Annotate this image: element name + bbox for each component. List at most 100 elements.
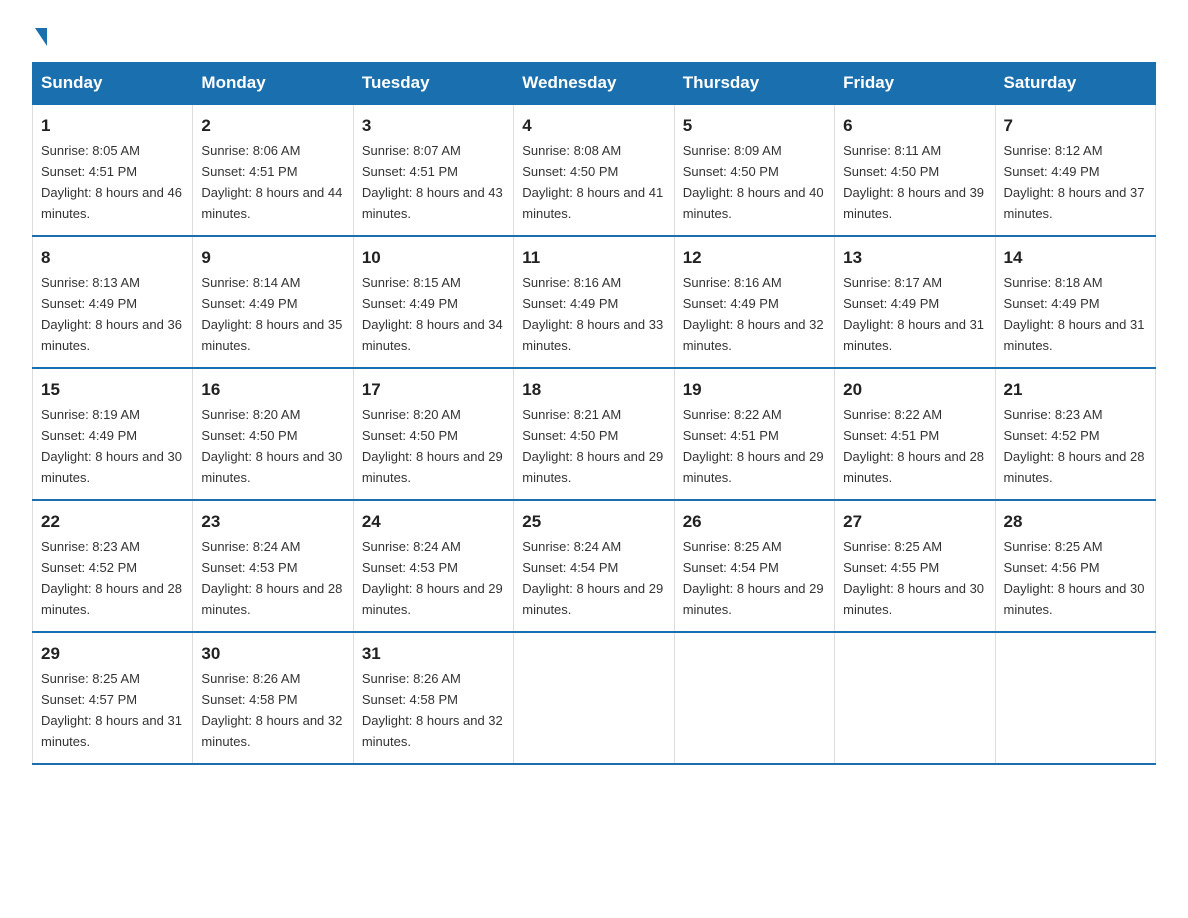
day-number: 9: [201, 245, 344, 271]
day-info: Sunrise: 8:24 AMSunset: 4:53 PMDaylight:…: [201, 539, 342, 617]
day-number: 4: [522, 113, 665, 139]
day-info: Sunrise: 8:25 AMSunset: 4:54 PMDaylight:…: [683, 539, 824, 617]
day-number: 22: [41, 509, 184, 535]
day-info: Sunrise: 8:14 AMSunset: 4:49 PMDaylight:…: [201, 275, 342, 353]
day-number: 19: [683, 377, 826, 403]
calendar-day-cell: 24 Sunrise: 8:24 AMSunset: 4:53 PMDaylig…: [353, 500, 513, 632]
calendar-day-cell: 13 Sunrise: 8:17 AMSunset: 4:49 PMDaylig…: [835, 236, 995, 368]
day-info: Sunrise: 8:07 AMSunset: 4:51 PMDaylight:…: [362, 143, 503, 221]
calendar-header-row: Sunday Monday Tuesday Wednesday Thursday…: [33, 63, 1156, 105]
calendar-day-cell: 12 Sunrise: 8:16 AMSunset: 4:49 PMDaylig…: [674, 236, 834, 368]
header-wednesday: Wednesday: [514, 63, 674, 105]
day-info: Sunrise: 8:16 AMSunset: 4:49 PMDaylight:…: [522, 275, 663, 353]
day-info: Sunrise: 8:23 AMSunset: 4:52 PMDaylight:…: [1004, 407, 1145, 485]
day-number: 18: [522, 377, 665, 403]
day-info: Sunrise: 8:13 AMSunset: 4:49 PMDaylight:…: [41, 275, 182, 353]
day-number: 12: [683, 245, 826, 271]
header-sunday: Sunday: [33, 63, 193, 105]
calendar-day-cell: 16 Sunrise: 8:20 AMSunset: 4:50 PMDaylig…: [193, 368, 353, 500]
day-number: 27: [843, 509, 986, 535]
calendar-day-cell: 3 Sunrise: 8:07 AMSunset: 4:51 PMDayligh…: [353, 104, 513, 236]
logo-arrow-icon: [35, 28, 47, 46]
calendar-day-cell: [514, 632, 674, 764]
day-info: Sunrise: 8:22 AMSunset: 4:51 PMDaylight:…: [683, 407, 824, 485]
day-info: Sunrise: 8:08 AMSunset: 4:50 PMDaylight:…: [522, 143, 663, 221]
day-number: 30: [201, 641, 344, 667]
calendar-week-row: 8 Sunrise: 8:13 AMSunset: 4:49 PMDayligh…: [33, 236, 1156, 368]
calendar-day-cell: 9 Sunrise: 8:14 AMSunset: 4:49 PMDayligh…: [193, 236, 353, 368]
day-info: Sunrise: 8:18 AMSunset: 4:49 PMDaylight:…: [1004, 275, 1145, 353]
day-info: Sunrise: 8:22 AMSunset: 4:51 PMDaylight:…: [843, 407, 984, 485]
calendar-day-cell: 30 Sunrise: 8:26 AMSunset: 4:58 PMDaylig…: [193, 632, 353, 764]
calendar-day-cell: 18 Sunrise: 8:21 AMSunset: 4:50 PMDaylig…: [514, 368, 674, 500]
page-header: [32, 24, 1156, 46]
day-number: 28: [1004, 509, 1147, 535]
day-number: 17: [362, 377, 505, 403]
day-info: Sunrise: 8:26 AMSunset: 4:58 PMDaylight:…: [362, 671, 503, 749]
calendar-day-cell: 15 Sunrise: 8:19 AMSunset: 4:49 PMDaylig…: [33, 368, 193, 500]
calendar-day-cell: 25 Sunrise: 8:24 AMSunset: 4:54 PMDaylig…: [514, 500, 674, 632]
day-info: Sunrise: 8:05 AMSunset: 4:51 PMDaylight:…: [41, 143, 182, 221]
calendar-day-cell: 29 Sunrise: 8:25 AMSunset: 4:57 PMDaylig…: [33, 632, 193, 764]
day-number: 2: [201, 113, 344, 139]
calendar-day-cell: 4 Sunrise: 8:08 AMSunset: 4:50 PMDayligh…: [514, 104, 674, 236]
day-info: Sunrise: 8:21 AMSunset: 4:50 PMDaylight:…: [522, 407, 663, 485]
day-number: 13: [843, 245, 986, 271]
day-info: Sunrise: 8:06 AMSunset: 4:51 PMDaylight:…: [201, 143, 342, 221]
calendar-day-cell: 6 Sunrise: 8:11 AMSunset: 4:50 PMDayligh…: [835, 104, 995, 236]
calendar-day-cell: 5 Sunrise: 8:09 AMSunset: 4:50 PMDayligh…: [674, 104, 834, 236]
calendar-week-row: 1 Sunrise: 8:05 AMSunset: 4:51 PMDayligh…: [33, 104, 1156, 236]
day-number: 3: [362, 113, 505, 139]
calendar-table: Sunday Monday Tuesday Wednesday Thursday…: [32, 62, 1156, 765]
day-info: Sunrise: 8:25 AMSunset: 4:56 PMDaylight:…: [1004, 539, 1145, 617]
calendar-day-cell: 28 Sunrise: 8:25 AMSunset: 4:56 PMDaylig…: [995, 500, 1155, 632]
calendar-week-row: 29 Sunrise: 8:25 AMSunset: 4:57 PMDaylig…: [33, 632, 1156, 764]
calendar-day-cell: [995, 632, 1155, 764]
calendar-day-cell: 10 Sunrise: 8:15 AMSunset: 4:49 PMDaylig…: [353, 236, 513, 368]
day-info: Sunrise: 8:16 AMSunset: 4:49 PMDaylight:…: [683, 275, 824, 353]
header-monday: Monday: [193, 63, 353, 105]
day-info: Sunrise: 8:09 AMSunset: 4:50 PMDaylight:…: [683, 143, 824, 221]
day-number: 10: [362, 245, 505, 271]
calendar-day-cell: [835, 632, 995, 764]
header-tuesday: Tuesday: [353, 63, 513, 105]
calendar-day-cell: 14 Sunrise: 8:18 AMSunset: 4:49 PMDaylig…: [995, 236, 1155, 368]
day-number: 5: [683, 113, 826, 139]
day-info: Sunrise: 8:25 AMSunset: 4:55 PMDaylight:…: [843, 539, 984, 617]
calendar-day-cell: 19 Sunrise: 8:22 AMSunset: 4:51 PMDaylig…: [674, 368, 834, 500]
day-number: 20: [843, 377, 986, 403]
calendar-day-cell: 21 Sunrise: 8:23 AMSunset: 4:52 PMDaylig…: [995, 368, 1155, 500]
day-number: 23: [201, 509, 344, 535]
day-info: Sunrise: 8:20 AMSunset: 4:50 PMDaylight:…: [362, 407, 503, 485]
day-info: Sunrise: 8:23 AMSunset: 4:52 PMDaylight:…: [41, 539, 182, 617]
logo: [32, 24, 47, 46]
day-number: 21: [1004, 377, 1147, 403]
day-number: 1: [41, 113, 184, 139]
calendar-day-cell: 26 Sunrise: 8:25 AMSunset: 4:54 PMDaylig…: [674, 500, 834, 632]
day-info: Sunrise: 8:24 AMSunset: 4:54 PMDaylight:…: [522, 539, 663, 617]
calendar-day-cell: [674, 632, 834, 764]
day-number: 7: [1004, 113, 1147, 139]
calendar-day-cell: 11 Sunrise: 8:16 AMSunset: 4:49 PMDaylig…: [514, 236, 674, 368]
calendar-day-cell: 22 Sunrise: 8:23 AMSunset: 4:52 PMDaylig…: [33, 500, 193, 632]
day-info: Sunrise: 8:24 AMSunset: 4:53 PMDaylight:…: [362, 539, 503, 617]
calendar-week-row: 15 Sunrise: 8:19 AMSunset: 4:49 PMDaylig…: [33, 368, 1156, 500]
header-thursday: Thursday: [674, 63, 834, 105]
day-number: 11: [522, 245, 665, 271]
header-friday: Friday: [835, 63, 995, 105]
calendar-day-cell: 17 Sunrise: 8:20 AMSunset: 4:50 PMDaylig…: [353, 368, 513, 500]
calendar-day-cell: 23 Sunrise: 8:24 AMSunset: 4:53 PMDaylig…: [193, 500, 353, 632]
day-number: 6: [843, 113, 986, 139]
day-info: Sunrise: 8:12 AMSunset: 4:49 PMDaylight:…: [1004, 143, 1145, 221]
day-number: 16: [201, 377, 344, 403]
header-saturday: Saturday: [995, 63, 1155, 105]
calendar-day-cell: 2 Sunrise: 8:06 AMSunset: 4:51 PMDayligh…: [193, 104, 353, 236]
day-info: Sunrise: 8:17 AMSunset: 4:49 PMDaylight:…: [843, 275, 984, 353]
day-number: 26: [683, 509, 826, 535]
calendar-day-cell: 27 Sunrise: 8:25 AMSunset: 4:55 PMDaylig…: [835, 500, 995, 632]
day-info: Sunrise: 8:20 AMSunset: 4:50 PMDaylight:…: [201, 407, 342, 485]
calendar-day-cell: 20 Sunrise: 8:22 AMSunset: 4:51 PMDaylig…: [835, 368, 995, 500]
day-info: Sunrise: 8:11 AMSunset: 4:50 PMDaylight:…: [843, 143, 984, 221]
calendar-day-cell: 7 Sunrise: 8:12 AMSunset: 4:49 PMDayligh…: [995, 104, 1155, 236]
day-number: 14: [1004, 245, 1147, 271]
